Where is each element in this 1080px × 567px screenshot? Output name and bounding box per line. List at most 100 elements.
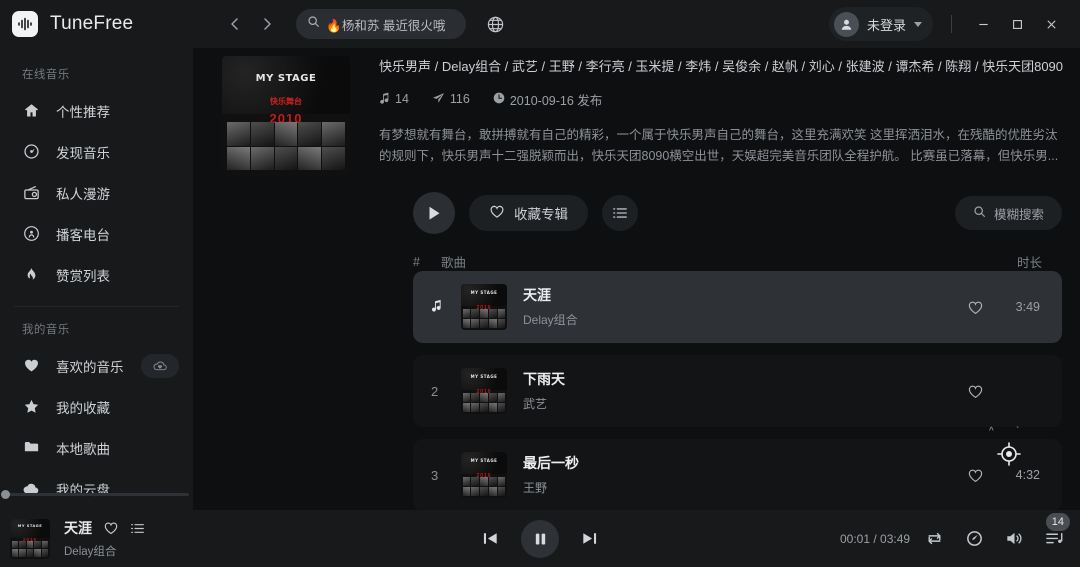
track-thumbnail: MY STAGE 2010 <box>461 452 507 498</box>
previous-icon <box>483 533 497 544</box>
player-bar: MY STAGE 2010 天涯 Delay组合 00:01 / 03:49 1… <box>0 510 1080 567</box>
scrollbar-track <box>4 492 189 496</box>
lyrics-list-icon[interactable] <box>130 522 145 535</box>
home-icon <box>22 102 40 120</box>
cover-subtitle: 快乐舞台 <box>270 96 302 106</box>
player-track-artist: Delay组合 <box>64 546 117 558</box>
table-row[interactable]: MY STAGE 2010 天涯 Delay组合 3:49 <box>413 271 1062 343</box>
sidebar-item-discover[interactable]: 发现音乐 <box>0 131 193 172</box>
sidebar-item-roaming[interactable]: 私人漫游 <box>0 172 193 213</box>
track-title: 下雨天 <box>523 370 565 387</box>
sidebar-item-local[interactable]: 本地歌曲 <box>0 427 193 468</box>
pause-button[interactable] <box>521 519 559 558</box>
player-transport-controls <box>482 519 598 558</box>
album-share-count: 116 <box>432 92 470 107</box>
repeat-icon[interactable] <box>925 530 944 547</box>
album-release-date-value: 2010-09-16 发布 <box>509 93 603 108</box>
tracklist: MY STAGE 2010 天涯 Delay组合 3:49 2 MY STAGE… <box>193 271 1080 510</box>
next-button[interactable] <box>581 531 598 546</box>
play-icon <box>429 206 440 220</box>
sidebar-item-collection[interactable]: 我的收藏 <box>0 386 193 427</box>
sidebar-label: 播客电台 <box>56 227 110 243</box>
radio-icon <box>22 184 40 202</box>
album-share-count-value: 116 <box>449 92 470 107</box>
disc-icon <box>22 143 40 161</box>
track-duration: 4:32 <box>1015 468 1040 482</box>
flame-icon <box>22 266 40 284</box>
cursor-tick-left: ^ <box>989 426 994 437</box>
cover-photo-grid <box>227 122 345 170</box>
sidebar-group-title-online: 在线音乐 <box>22 69 70 81</box>
column-duration: 时长 <box>1016 256 1042 270</box>
sidebar-label: 发现音乐 <box>56 145 110 161</box>
track-text: 天涯 Delay组合 <box>523 286 967 328</box>
collect-album-button[interactable]: 收藏专辑 <box>469 195 588 231</box>
cloud-heart-icon[interactable] <box>141 353 179 378</box>
sidebar-item-recommend[interactable]: 个性推荐 <box>0 90 193 131</box>
scrollbar-thumb[interactable] <box>1 489 10 499</box>
sidebar-label: 喜欢的音乐 <box>56 359 124 375</box>
track-artist: 武艺 <box>523 397 548 412</box>
forward-button[interactable] <box>254 11 280 37</box>
track-playing-indicator <box>431 299 461 315</box>
user-avatar-icon <box>833 11 859 37</box>
chevron-down-icon <box>914 21 922 27</box>
player-album-thumbnail[interactable]: MY STAGE 2010 <box>10 518 50 559</box>
album-list-button[interactable] <box>602 195 638 231</box>
globe-icon[interactable] <box>482 11 508 37</box>
table-row[interactable]: 2 MY STAGE 2010 下雨天 武艺 <box>413 355 1062 427</box>
heart-outline-icon[interactable] <box>967 384 984 399</box>
previous-button[interactable] <box>482 531 499 546</box>
player-time-display: 00:01 / 03:49 <box>840 531 911 546</box>
folder-icon <box>22 439 40 457</box>
player-now-playing: 天涯 Delay组合 <box>64 518 145 559</box>
player-right-controls: 14 <box>925 513 1070 548</box>
pause-icon <box>535 533 545 544</box>
cover-title: MY STAGE <box>255 72 317 84</box>
album-release-date: 2010-09-16 发布 <box>493 90 602 109</box>
app-title: TuneFree <box>50 13 134 34</box>
table-row[interactable]: 3 MY STAGE 2010 最后一秒 王野 4:32 <box>413 439 1062 510</box>
album-info: 快乐男声 / Delay组合 / 武艺 / 王野 / 李行亮 / 玉米提 / 李… <box>379 54 1080 176</box>
tracklist-header: # 歌曲 时长 <box>193 252 1080 271</box>
heart-outline-icon[interactable] <box>103 521 119 535</box>
search-input[interactable]: 🔥杨和苏 最近很火哦 <box>296 9 467 39</box>
heart-outline-icon[interactable] <box>967 300 984 315</box>
account-button[interactable]: 未登录 <box>828 7 933 41</box>
album-artists: 快乐男声 / Delay组合 / 武艺 / 王野 / 李行亮 / 玉米提 / 李… <box>379 59 1064 74</box>
track-artist: Delay组合 <box>523 313 578 328</box>
titlebar-divider <box>951 15 952 33</box>
sidebar-horizontal-scrollbar[interactable] <box>0 488 193 500</box>
nav-arrows <box>222 11 280 37</box>
minimize-icon[interactable] <box>968 10 998 38</box>
sidebar-label: 私人漫游 <box>56 186 110 202</box>
cursor-tick-right: ` <box>1016 426 1020 437</box>
sidebar-label: 本地歌曲 <box>56 441 110 457</box>
close-icon[interactable] <box>1036 10 1066 38</box>
next-icon <box>583 533 597 544</box>
album-meta: 14 116 2010-09-16 发布 <box>379 90 1064 109</box>
fuzzy-search-button[interactable]: 模糊搜索 <box>954 196 1062 230</box>
playlist-queue-icon[interactable]: 14 <box>1045 513 1070 547</box>
play-all-button[interactable] <box>413 192 455 234</box>
collect-album-label: 收藏专辑 <box>514 207 568 222</box>
app-body: 在线音乐 个性推荐 发现音乐 私人漫游 播客电台 赞赏列表 我的音乐 喜欢的音乐… <box>0 48 1080 510</box>
album-cover[interactable]: MY STAGE 快乐舞台 2010 <box>222 56 350 176</box>
fuzzy-search-label: 模糊搜索 <box>993 207 1044 222</box>
sidebar-label: 我的收藏 <box>56 400 110 416</box>
maximize-icon[interactable] <box>1002 10 1032 38</box>
titlebar-right: 未登录 <box>828 7 1066 41</box>
heart-outline-icon <box>489 204 505 222</box>
sidebar-item-tips[interactable]: 赞赏列表 <box>0 254 193 295</box>
sidebar-item-liked[interactable]: 喜欢的音乐 <box>0 345 193 386</box>
gauge-icon[interactable] <box>965 529 984 548</box>
track-thumbnail: MY STAGE 2010 <box>461 284 507 330</box>
search-icon <box>307 15 320 33</box>
track-thumbnail: MY STAGE 2010 <box>461 368 507 414</box>
back-button[interactable] <box>222 11 248 37</box>
clock-icon <box>493 92 505 107</box>
sidebar-divider <box>14 306 179 307</box>
volume-icon[interactable] <box>1005 530 1024 547</box>
heart-outline-icon[interactable] <box>967 468 984 483</box>
sidebar-item-podcast[interactable]: 播客电台 <box>0 213 193 254</box>
